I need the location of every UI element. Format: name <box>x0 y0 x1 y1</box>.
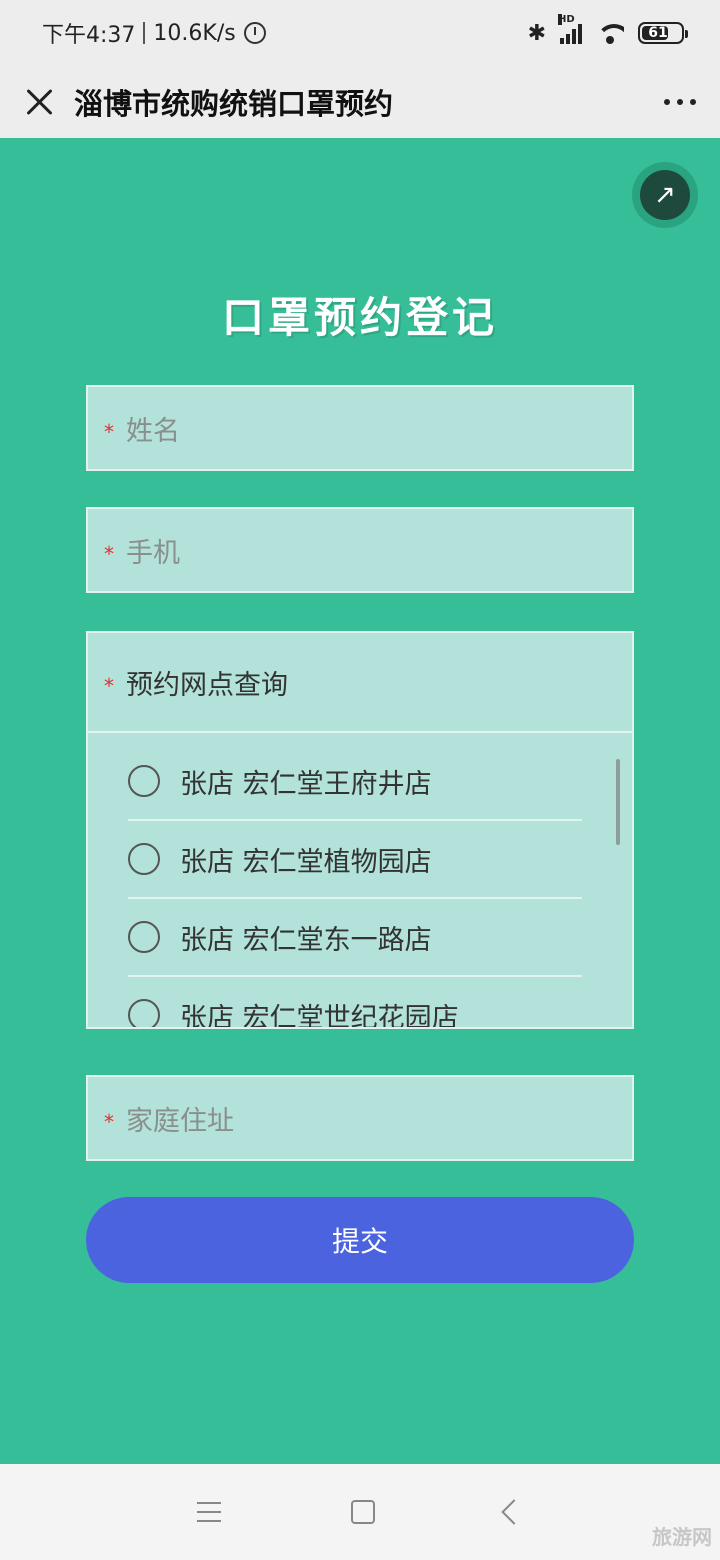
address-placeholder: 家庭住址 <box>126 1105 234 1137</box>
system-nav-bar: 旅游网 <box>0 1464 720 1560</box>
status-right: ✱ HD 61 <box>527 14 688 46</box>
radio-button[interactable] <box>128 765 160 797</box>
status-left: 下午4:37 10.6K/s <box>42 17 266 49</box>
battery-icon: 61 <box>638 22 688 44</box>
page-title: 淄博市统购统销口罩预约 <box>74 87 394 121</box>
phone-field[interactable]: * 手机 <box>86 507 634 593</box>
back-icon[interactable] <box>501 1499 527 1525</box>
name-field[interactable]: * 姓名 <box>86 385 634 471</box>
floating-action-button[interactable]: ↗ <box>632 162 698 228</box>
title-bar: 淄博市统购统销口罩预约 <box>0 66 720 138</box>
outlet-select-header[interactable]: * 预约网点查询 <box>88 633 632 733</box>
radio-button[interactable] <box>128 843 160 875</box>
outlet-option-list[interactable]: 张店 宏仁堂王府井店 张店 宏仁堂植物园店 张店 宏仁堂东一路店 张店 宏仁堂世… <box>88 743 632 1027</box>
required-mark: * <box>104 542 114 566</box>
home-icon[interactable] <box>351 1500 375 1524</box>
form-heading: 口罩预约登记 <box>221 293 498 342</box>
menu-icon[interactable] <box>197 1502 221 1522</box>
name-placeholder: 姓名 <box>126 415 180 447</box>
outlet-option-label: 张店 宏仁堂植物园店 <box>180 846 432 878</box>
alarm-icon <box>243 22 266 44</box>
radio-button[interactable] <box>128 999 160 1027</box>
signal-hd-label: HD <box>558 14 575 25</box>
signal-icon: HD <box>558 14 582 44</box>
option-list-scrollbar[interactable] <box>616 759 620 845</box>
outlet-select-label: 预约网点查询 <box>126 669 288 701</box>
outlet-option[interactable]: 张店 宏仁堂植物园店 <box>128 821 582 899</box>
required-mark: * <box>104 420 114 444</box>
phone-placeholder: 手机 <box>126 537 180 569</box>
wifi-icon <box>596 22 624 44</box>
outlet-option-label: 张店 宏仁堂世纪花园店 <box>180 1002 459 1028</box>
status-divider <box>143 22 146 44</box>
radio-button[interactable] <box>128 921 160 953</box>
outlet-option-label: 张店 宏仁堂东一路店 <box>180 924 432 956</box>
outlet-option[interactable]: 张店 宏仁堂王府井店 <box>128 743 582 821</box>
submit-button[interactable]: 提交 <box>86 1197 634 1283</box>
close-icon[interactable] <box>24 87 54 117</box>
required-mark: * <box>104 674 114 698</box>
status-time: 下午4:37 <box>42 23 136 48</box>
bluetooth-icon: ✱ <box>527 20 546 46</box>
required-mark: * <box>104 1110 114 1134</box>
network-speed: 10.6K/s <box>153 20 236 46</box>
status-bar: 下午4:37 10.6K/s ✱ HD 61 <box>0 0 720 66</box>
outlet-option[interactable]: 张店 宏仁堂东一路店 <box>128 899 582 977</box>
more-options-icon[interactable] <box>664 89 696 115</box>
link-icon: ↗ <box>640 170 690 220</box>
watermark: 旅游网 <box>652 1525 712 1549</box>
outlet-select: * 预约网点查询 张店 宏仁堂王府井店 张店 宏仁堂植物园店 张店 宏仁堂东一路… <box>86 631 634 1029</box>
battery-level: 61 <box>648 25 668 41</box>
address-field[interactable]: * 家庭住址 <box>86 1075 634 1161</box>
outlet-option-label: 张店 宏仁堂王府井店 <box>180 768 432 800</box>
outlet-option[interactable]: 张店 宏仁堂世纪花园店 <box>128 977 582 1027</box>
